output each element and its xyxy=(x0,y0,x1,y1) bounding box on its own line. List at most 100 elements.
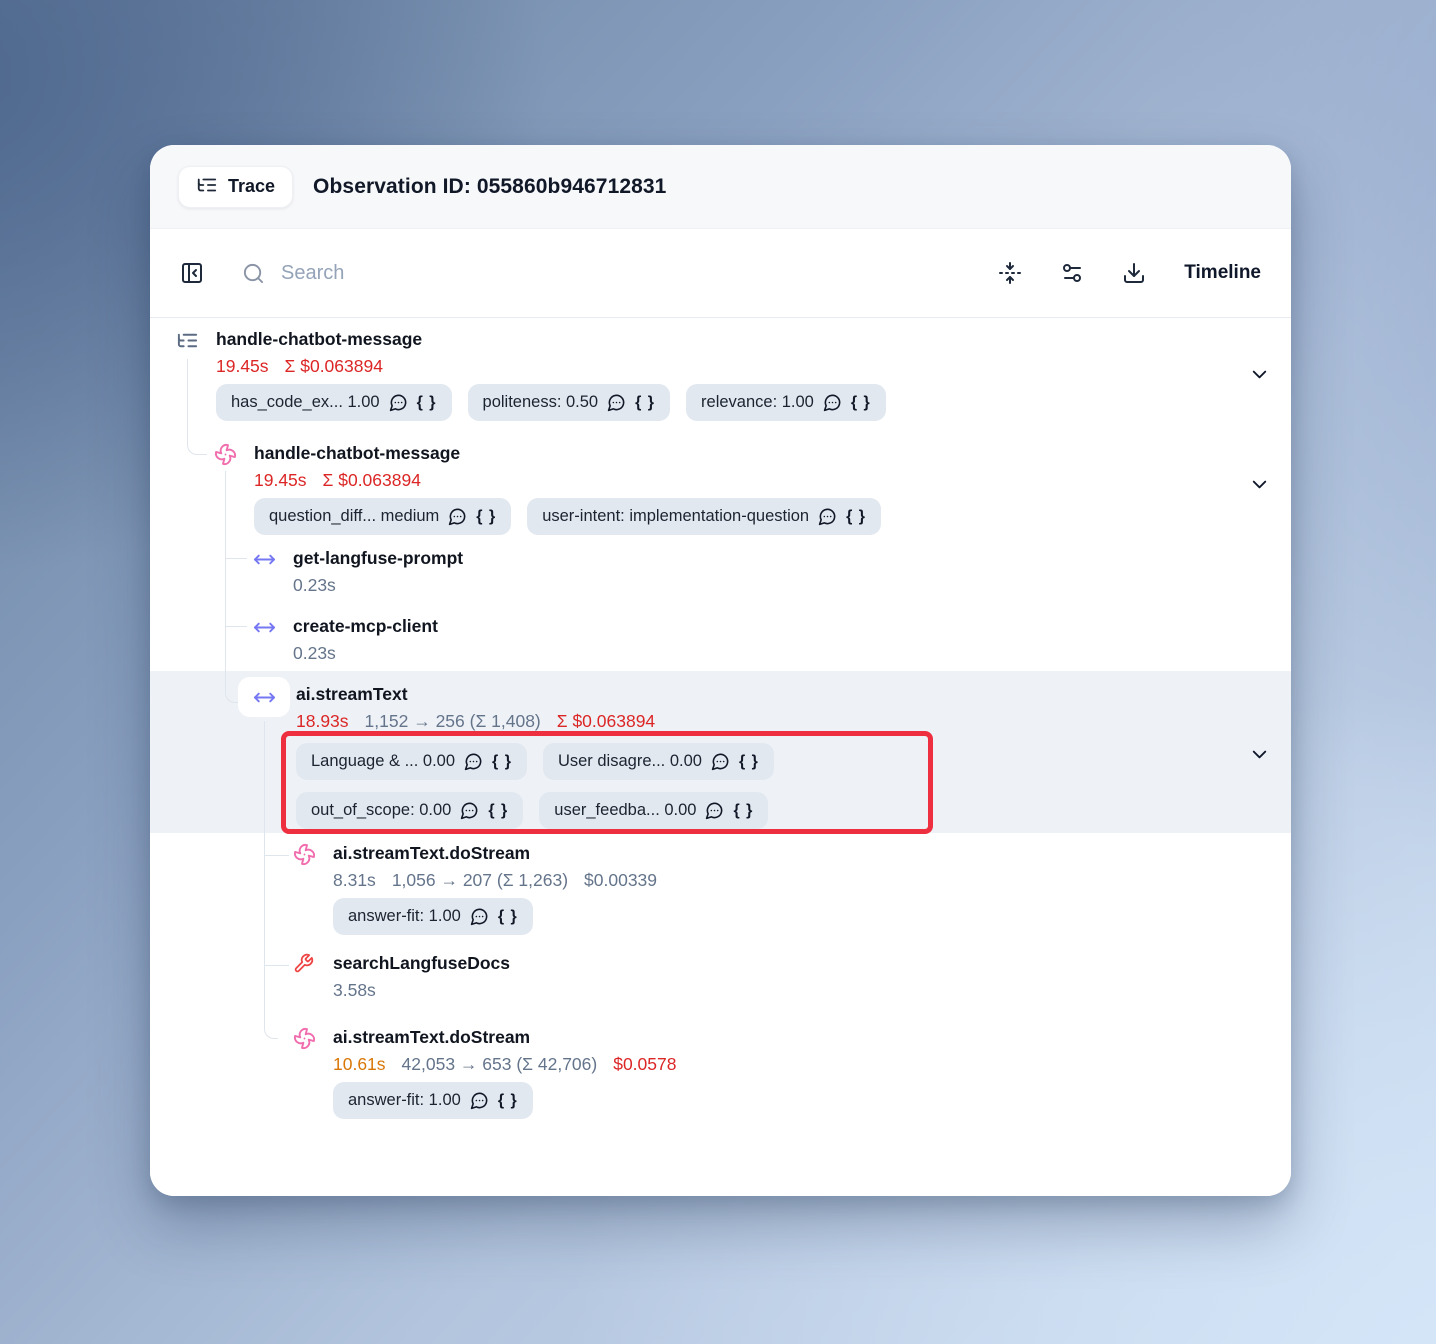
span-row-ai-streamtext-dostream[interactable]: ai.streamText.doStream 10.61s 42,053 → 6… xyxy=(293,1024,676,1119)
tree-connector xyxy=(264,855,289,856)
comment-bubble-icon xyxy=(607,393,626,412)
score-badge[interactable]: user_feedba... 0.00 { } xyxy=(539,792,768,829)
observation-id-title: Observation ID: 055860b946712831 xyxy=(313,175,666,199)
score-badge[interactable]: User disagre... 0.00 { } xyxy=(543,743,774,780)
span-stats: 0.23s xyxy=(293,571,463,599)
span-row-searchlangfusedocs[interactable]: searchLangfuseDocs 3.58s xyxy=(293,950,510,1004)
span-cost: Σ $0.063894 xyxy=(557,707,655,735)
braces-icon: { } xyxy=(498,1092,518,1110)
download-button[interactable] xyxy=(1122,261,1146,285)
timeline-toggle[interactable]: Timeline xyxy=(1184,262,1261,284)
list-tree-icon xyxy=(176,326,216,352)
search-input[interactable] xyxy=(281,262,701,285)
window-header: Trace Observation ID: 055860b946712831 xyxy=(150,145,1291,229)
chevron-down-icon xyxy=(1248,363,1271,386)
span-row-ai-streamtext[interactable]: ai.streamText 18.93s 1,152 → 256 (Σ 1,40… xyxy=(238,681,916,829)
download-icon xyxy=(1122,261,1146,285)
span-title: searchLangfuseDocs xyxy=(333,950,510,976)
braces-icon: { } xyxy=(492,753,512,771)
span-cost: Σ $0.063894 xyxy=(323,466,421,494)
braces-icon: { } xyxy=(498,908,518,926)
span-tokens: 1,152 → 256 (Σ 1,408) xyxy=(365,707,541,735)
settings-button[interactable] xyxy=(1060,261,1084,285)
fold-vertical-button[interactable] xyxy=(998,261,1022,285)
collapse-row-chevron[interactable] xyxy=(1248,473,1271,499)
span-title: handle-chatbot-message xyxy=(216,326,886,352)
span-cost: $0.00339 xyxy=(584,866,657,894)
trace-button-label: Trace xyxy=(228,176,275,197)
braces-icon: { } xyxy=(739,753,759,771)
comment-bubble-icon xyxy=(464,752,483,771)
span-move-horizontal-icon xyxy=(253,613,293,639)
score-badge[interactable]: relevance: 1.00 { } xyxy=(686,384,886,421)
braces-icon: { } xyxy=(488,802,508,820)
span-move-horizontal-icon xyxy=(253,545,293,571)
span-title: get-langfuse-prompt xyxy=(293,545,463,571)
span-fan-icon xyxy=(214,440,254,466)
comment-bubble-icon xyxy=(711,752,730,771)
tree-connector xyxy=(225,626,247,627)
span-move-horizontal-icon xyxy=(238,677,290,717)
collapse-panel-button[interactable] xyxy=(180,261,204,285)
fold-vertical-icon xyxy=(998,261,1022,285)
braces-icon: { } xyxy=(846,508,866,526)
span-duration: 3.58s xyxy=(333,976,376,1004)
comment-bubble-icon xyxy=(470,1091,489,1110)
span-duration: 10.61s xyxy=(333,1050,386,1078)
span-row-handle-chatbot-message[interactable]: handle-chatbot-message 19.45s Σ $0.06389… xyxy=(176,326,886,421)
span-row-create-mcp-client[interactable]: create-mcp-client 0.23s xyxy=(253,613,438,667)
span-stats: 19.45s Σ $0.063894 xyxy=(254,466,881,494)
span-row-ai-streamtext-dostream[interactable]: ai.streamText.doStream 8.31s 1,056 → 207… xyxy=(293,840,657,935)
span-stats: 10.61s 42,053 → 653 (Σ 42,706) $0.0578 xyxy=(333,1050,676,1078)
span-stats: 19.45s Σ $0.063894 xyxy=(216,352,886,380)
score-badge[interactable]: Language & ... 0.00 { } xyxy=(296,743,527,780)
span-stats: 18.93s 1,152 → 256 (Σ 1,408) Σ $0.063894 xyxy=(296,707,916,735)
score-badges: Language & ... 0.00 { } User disagre... … xyxy=(296,743,916,829)
panel-left-close-icon xyxy=(180,261,204,285)
collapse-row-chevron[interactable] xyxy=(1248,363,1271,389)
span-duration: 0.23s xyxy=(293,571,336,599)
span-tokens: 42,053 → 653 (Σ 42,706) xyxy=(402,1050,598,1078)
score-badge[interactable]: has_code_ex... 1.00 { } xyxy=(216,384,452,421)
span-duration: 19.45s xyxy=(216,352,269,380)
comment-bubble-icon xyxy=(448,507,467,526)
span-cost: Σ $0.063894 xyxy=(285,352,383,380)
span-title: ai.streamText.doStream xyxy=(333,1024,676,1050)
span-row-handle-chatbot-message[interactable]: handle-chatbot-message 19.45s Σ $0.06389… xyxy=(214,440,881,535)
span-title: ai.streamText.doStream xyxy=(333,840,657,866)
span-duration: 18.93s xyxy=(296,707,349,735)
trace-window: Trace Observation ID: 055860b946712831 T… xyxy=(150,145,1291,1196)
search-icon xyxy=(242,262,265,285)
score-badges: answer-fit: 1.00 { } xyxy=(333,898,657,935)
braces-icon: { } xyxy=(476,508,496,526)
tree-connector xyxy=(225,558,247,559)
span-title: create-mcp-client xyxy=(293,613,438,639)
score-badge[interactable]: answer-fit: 1.00 { } xyxy=(333,1082,533,1119)
comment-bubble-icon xyxy=(460,801,479,820)
trace-button[interactable]: Trace xyxy=(178,166,293,208)
score-badge[interactable]: out_of_scope: 0.00 { } xyxy=(296,792,523,829)
span-row-get-langfuse-prompt[interactable]: get-langfuse-prompt 0.23s xyxy=(253,545,463,599)
score-badge[interactable]: politeness: 0.50 { } xyxy=(468,384,671,421)
comment-bubble-icon xyxy=(389,393,408,412)
span-title: handle-chatbot-message xyxy=(254,440,881,466)
score-badges: question_diff... medium { } user-intent:… xyxy=(254,498,881,535)
span-duration: 0.23s xyxy=(293,639,336,667)
collapse-row-chevron[interactable] xyxy=(1248,743,1271,769)
score-badge[interactable]: answer-fit: 1.00 { } xyxy=(333,898,533,935)
span-stats: 3.58s xyxy=(333,976,510,1004)
braces-icon: { } xyxy=(635,394,655,412)
span-duration: 8.31s xyxy=(333,866,376,894)
span-fan-icon xyxy=(293,840,333,866)
comment-bubble-icon xyxy=(823,393,842,412)
comment-bubble-icon xyxy=(818,507,837,526)
span-tokens: 1,056 → 207 (Σ 1,263) xyxy=(392,866,568,894)
score-badges: answer-fit: 1.00 { } xyxy=(333,1082,676,1119)
span-stats: 0.23s xyxy=(293,639,438,667)
tree-connector xyxy=(264,965,289,966)
tree-connector xyxy=(264,1025,278,1039)
score-badge[interactable]: user-intent: implementation-question { } xyxy=(527,498,881,535)
braces-icon: { } xyxy=(417,394,437,412)
settings-sliders-icon xyxy=(1060,261,1084,285)
score-badge[interactable]: question_diff... medium { } xyxy=(254,498,511,535)
